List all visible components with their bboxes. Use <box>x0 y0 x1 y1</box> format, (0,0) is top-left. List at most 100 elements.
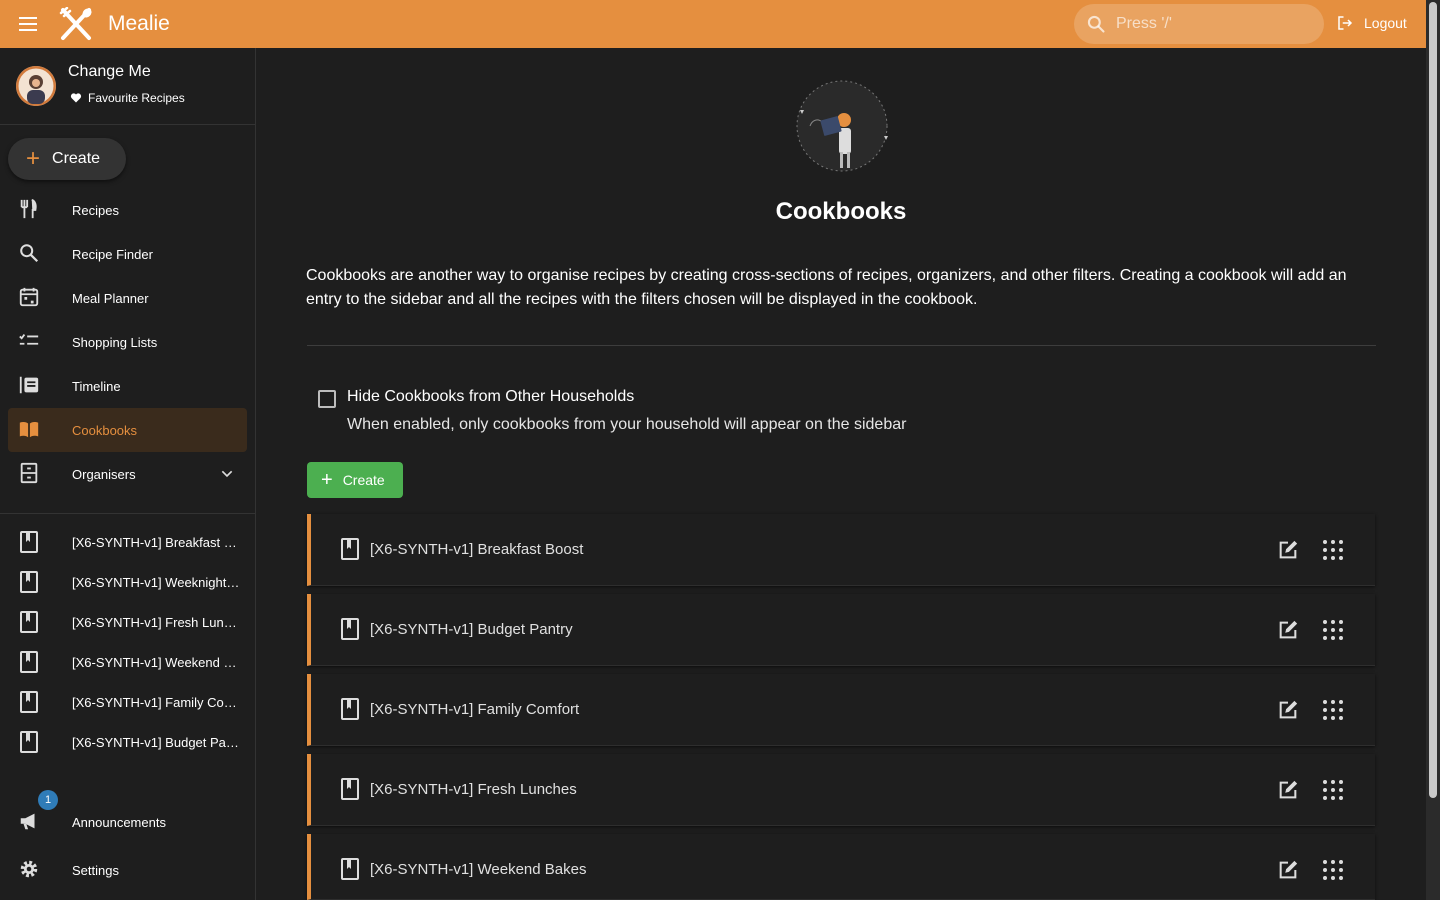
favourite-recipes-label: Favourite Recipes <box>88 91 185 105</box>
cookbook-name: [X6-SYNTH-v1] Weekend Bakes <box>370 861 587 878</box>
drag-handle-icon[interactable] <box>1321 538 1345 562</box>
edit-icon[interactable] <box>1277 779 1299 801</box>
main-content: Cookbooks Cookbooks are another way to o… <box>256 48 1426 900</box>
sidebar-item-label: Organisers <box>72 466 136 482</box>
search-box[interactable] <box>1074 4 1324 44</box>
bookmark-book-icon <box>341 778 359 800</box>
edit-icon[interactable] <box>1277 619 1299 641</box>
gear-icon <box>20 860 38 878</box>
page-title: Cookbooks <box>775 198 907 225</box>
menu-icon[interactable] <box>16 12 40 36</box>
drag-handle-icon[interactable] <box>1321 618 1345 642</box>
plus-icon: + <box>26 145 41 172</box>
edit-icon[interactable] <box>1277 539 1299 561</box>
create-cookbook-button[interactable]: + Create <box>307 462 403 498</box>
edit-icon[interactable] <box>1277 699 1299 721</box>
organiser-icon <box>20 462 38 484</box>
search-input[interactable] <box>1116 15 1296 33</box>
sidebar-item-label: Timeline <box>72 378 121 394</box>
cookbook-name: [X6-SYNTH-v1] Family Comfort <box>370 701 580 718</box>
search-icon <box>20 244 39 263</box>
bookmark-book-icon <box>20 611 38 633</box>
cookbook-name: [X6-SYNTH-v1] Fresh Lunches <box>370 781 577 798</box>
sidebar-item-label: Settings <box>72 862 119 878</box>
favourite-recipes-link[interactable]: Favourite Recipes <box>70 91 185 105</box>
bookmark-book-icon <box>20 571 38 593</box>
page-scrollbar[interactable] <box>1426 0 1440 900</box>
checklist-icon <box>19 334 39 345</box>
avatar[interactable] <box>16 66 56 106</box>
bookmark-book-icon <box>341 858 359 880</box>
bookmark-book-icon <box>20 651 38 673</box>
hide-cookbooks-label[interactable]: Hide Cookbooks from Other Households <box>347 388 634 406</box>
calendar-icon <box>19 287 39 307</box>
megaphone-icon <box>20 813 35 830</box>
hide-cookbooks-checkbox[interactable] <box>318 390 336 408</box>
cookbook-card[interactable]: [X6-SYNTH-v1] Family Comfort <box>307 674 1375 746</box>
sidebar-cookbook-item[interactable]: [X6-SYNTH-v1] Weekend Bakes <box>8 642 247 682</box>
bookmark-book-icon <box>341 618 359 640</box>
sidebar: Change Me Favourite Recipes + Create Rec… <box>0 48 256 900</box>
cookbook-card[interactable]: [X6-SYNTH-v1] Budget Pantry <box>307 594 1375 666</box>
fork-knife-icon <box>20 198 37 219</box>
sidebar-item-shopping-lists[interactable]: Shopping Lists <box>8 320 247 364</box>
chevron-down-icon[interactable] <box>219 466 235 482</box>
sidebar-item-label: Shopping Lists <box>72 334 158 350</box>
sidebar-item-label: Cookbooks <box>72 422 138 438</box>
sidebar-cookbook-item[interactable]: [X6-SYNTH-v1] Weeknight Wins <box>8 562 247 602</box>
sidebar-item-announcements[interactable]: 1 Announcements <box>8 790 247 844</box>
user-name[interactable]: Change Me <box>68 63 151 81</box>
sidebar-cookbook-item[interactable]: [X6-SYNTH-v1] Budget Pantry <box>8 722 247 762</box>
bookmark-book-icon <box>20 691 38 713</box>
bookmark-book-icon <box>20 531 38 553</box>
sidebar-cookbook-item[interactable]: [X6-SYNTH-v1] Family Comfort <box>8 682 247 722</box>
sidebar-cookbook-label: [X6-SYNTH-v1] Weekend Bakes <box>72 654 242 670</box>
create-label: Create <box>342 472 385 488</box>
logout-icon <box>1338 16 1353 30</box>
sidebar-cookbook-item[interactable]: [X6-SYNTH-v1] Breakfast Boost <box>8 522 247 562</box>
sidebar-item-timeline[interactable]: Timeline <box>8 364 247 408</box>
sidebar-item-recipe-finder[interactable]: Recipe Finder <box>8 232 247 276</box>
bookmark-book-icon <box>341 698 359 720</box>
logout-button[interactable]: Logout <box>1336 14 1407 32</box>
sidebar-cookbook-item[interactable]: [X6-SYNTH-v1] Fresh Lunches <box>8 602 247 642</box>
cookbook-card[interactable]: [X6-SYNTH-v1] Weekend Bakes <box>307 834 1375 900</box>
cookbook-card[interactable]: [X6-SYNTH-v1] Breakfast Boost <box>307 514 1375 586</box>
bookmark-book-icon <box>20 731 38 753</box>
bookmark-book-icon <box>341 538 359 560</box>
mealie-logo-icon[interactable] <box>58 7 94 41</box>
announcements-badge: 1 <box>38 790 58 810</box>
drag-handle-icon[interactable] <box>1321 698 1345 722</box>
create-label: Create <box>52 150 101 167</box>
sidebar-item-cookbooks[interactable]: Cookbooks <box>8 408 247 452</box>
sidebar-item-label: Meal Planner <box>72 290 149 306</box>
logout-label: Logout <box>1364 15 1407 31</box>
hide-cookbooks-hint: When enabled, only cookbooks from your h… <box>347 416 907 433</box>
cookbook-card[interactable]: [X6-SYNTH-v1] Fresh Lunches <box>307 754 1375 826</box>
sidebar-cookbook-label: [X6-SYNTH-v1] Breakfast Boost <box>72 534 242 550</box>
brand-name[interactable]: Mealie <box>108 12 170 36</box>
cookbooks-illustration <box>796 80 888 172</box>
timeline-icon <box>19 376 39 394</box>
sidebar-create-button[interactable]: + Create <box>8 138 126 180</box>
sidebar-item-meal-planner[interactable]: Meal Planner <box>8 276 247 320</box>
sidebar-item-label: Recipe Finder <box>72 246 153 262</box>
scrollbar-thumb[interactable] <box>1429 2 1437 798</box>
drag-handle-icon[interactable] <box>1321 778 1345 802</box>
sidebar-item-recipes[interactable]: Recipes <box>8 188 247 232</box>
drag-handle-icon[interactable] <box>1321 858 1345 882</box>
plus-icon: + <box>321 469 333 491</box>
cookbook-name: [X6-SYNTH-v1] Budget Pantry <box>370 621 573 638</box>
heart-icon <box>70 93 82 103</box>
edit-icon[interactable] <box>1277 859 1299 881</box>
user-panel: Change Me Favourite Recipes <box>0 48 255 125</box>
sidebar-item-label: Announcements <box>72 814 166 830</box>
sidebar-divider <box>0 513 255 514</box>
search-icon <box>1087 15 1105 33</box>
page-description: Cookbooks are another way to organise re… <box>306 267 1347 308</box>
sidebar-item-organisers[interactable]: Organisers <box>8 452 247 496</box>
sidebar-cookbook-label: [X6-SYNTH-v1] Budget Pantry <box>72 734 242 750</box>
app-bar: Mealie Logout <box>0 0 1426 48</box>
book-open-icon <box>19 421 39 438</box>
sidebar-item-settings[interactable]: Settings <box>8 848 247 892</box>
